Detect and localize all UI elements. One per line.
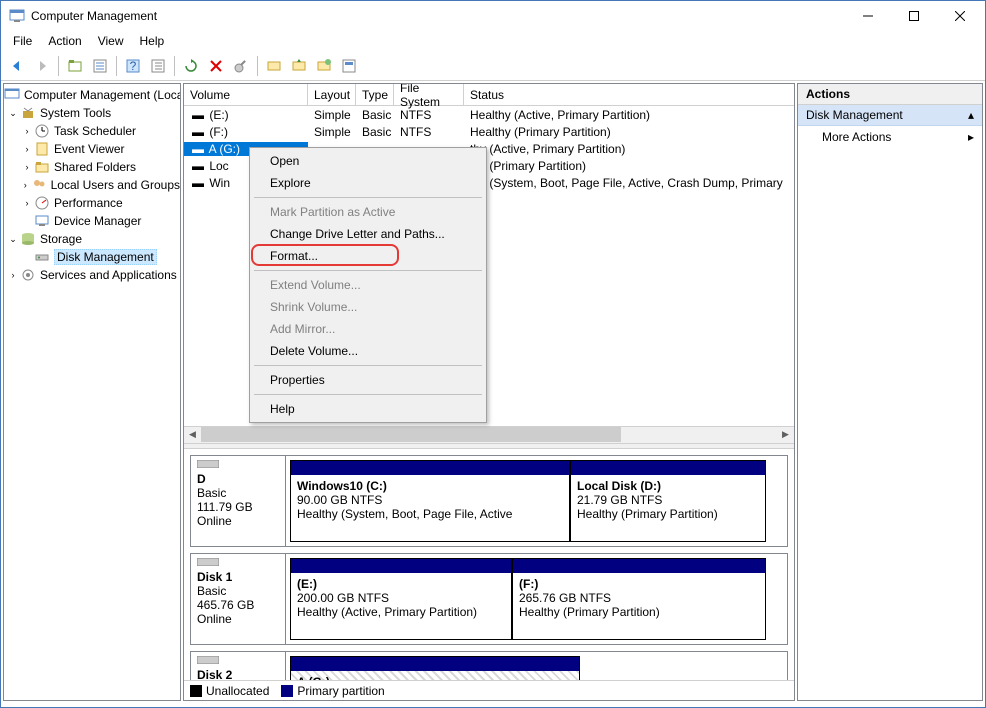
cm-properties[interactable]: Properties — [252, 369, 484, 391]
col-layout[interactable]: Layout — [308, 84, 356, 105]
tree-device-manager[interactable]: Device Manager — [4, 212, 180, 230]
tools-icon — [20, 105, 36, 121]
titlebar: Computer Management — [1, 1, 985, 31]
volume-scrollbar[interactable]: ◀ ▶ — [184, 426, 794, 443]
partition[interactable]: Windows10 (C:)90.00 GB NTFSHealthy (Syst… — [290, 460, 570, 542]
maximize-button[interactable] — [891, 1, 937, 31]
context-menu: Open Explore Mark Partition as Active Ch… — [249, 147, 487, 423]
expand-icon[interactable]: › — [20, 198, 34, 208]
disk-info[interactable]: Disk 1Basic465.76 GBOnline — [191, 554, 286, 644]
tree-panel: Computer Management (Local ⌄ System Tool… — [3, 83, 181, 701]
expand-icon[interactable]: › — [20, 144, 34, 154]
tree-system-tools[interactable]: ⌄ System Tools — [4, 104, 180, 122]
swatch-unallocated — [190, 685, 202, 697]
app-icon — [9, 8, 25, 24]
cm-change-letter[interactable]: Change Drive Letter and Paths... — [252, 223, 484, 245]
cm-extend[interactable]: Extend Volume... — [252, 274, 484, 296]
tree-services[interactable]: › Services and Applications — [4, 266, 180, 284]
action-more[interactable]: More Actions ▸ — [798, 126, 982, 148]
menubar: File Action View Help — [1, 31, 985, 51]
cm-format[interactable]: Format... — [252, 245, 484, 267]
computer-icon — [4, 87, 20, 103]
volume-row[interactable]: ▬ (E:)SimpleBasicNTFSHealthy (Active, Pr… — [184, 106, 794, 123]
cm-shrink[interactable]: Shrink Volume... — [252, 296, 484, 318]
col-fs[interactable]: File System — [394, 84, 464, 105]
users-icon — [31, 177, 47, 193]
minimize-button[interactable] — [845, 1, 891, 31]
tree-storage[interactable]: ⌄ Storage — [4, 230, 180, 248]
collapse-icon: ▴ — [968, 108, 974, 122]
refresh-button[interactable] — [179, 54, 203, 78]
svg-text:?: ? — [130, 59, 137, 73]
disk-icon — [34, 249, 50, 265]
expand-icon[interactable]: › — [20, 162, 34, 172]
partition[interactable]: (E:)200.00 GB NTFSHealthy (Active, Prima… — [290, 558, 512, 640]
clock-icon — [34, 123, 50, 139]
cm-open[interactable]: Open — [252, 150, 484, 172]
tree-event-viewer[interactable]: › Event Viewer — [4, 140, 180, 158]
back-button[interactable] — [5, 54, 29, 78]
collapse-icon[interactable]: ⌄ — [6, 108, 20, 119]
volume-row[interactable]: ▬ (F:)SimpleBasicNTFSHealthy (Primary Pa… — [184, 123, 794, 140]
partition[interactable]: (F:)265.76 GB NTFSHealthy (Primary Parti… — [512, 558, 766, 640]
toolbar: ? — [1, 51, 985, 81]
cm-delete[interactable]: Delete Volume... — [252, 340, 484, 362]
disk-row: Disk 2Removable3.66 GBOnlineA (G:)3.65 G… — [190, 651, 788, 681]
tool-c-button[interactable] — [312, 54, 336, 78]
tool-b-button[interactable] — [287, 54, 311, 78]
expand-icon[interactable]: › — [20, 180, 31, 190]
col-volume[interactable]: Volume — [184, 84, 308, 105]
menu-help[interactable]: Help — [132, 32, 173, 50]
actions-panel: Actions Disk Management ▴ More Actions ▸ — [797, 83, 983, 701]
up-button[interactable] — [63, 54, 87, 78]
device-icon — [34, 213, 50, 229]
col-status[interactable]: Status — [464, 84, 794, 105]
tree-task-scheduler[interactable]: › Task Scheduler — [4, 122, 180, 140]
expand-icon[interactable]: › — [20, 126, 34, 136]
tree-root[interactable]: Computer Management (Local — [4, 86, 180, 104]
chevron-right-icon: ▸ — [968, 130, 974, 144]
disk-row: Disk 1Basic465.76 GBOnline(E:)200.00 GB … — [190, 553, 788, 645]
partition[interactable]: A (G:)3.65 GB FAT32Healthy (Active, Prim… — [290, 656, 580, 681]
disk-area: DBasic111.79 GBOnlineWindows10 (C:)90.00… — [184, 449, 794, 681]
close-button[interactable] — [937, 1, 983, 31]
col-type[interactable]: Type — [356, 84, 394, 105]
partition[interactable]: Local Disk (D:)21.79 GB NTFSHealthy (Pri… — [570, 460, 766, 542]
legend: Unallocated Primary partition — [184, 680, 794, 700]
collapse-icon[interactable]: ⌄ — [6, 234, 20, 245]
tree-performance[interactable]: › Performance — [4, 194, 180, 212]
expand-icon[interactable]: › — [6, 270, 20, 280]
cm-explore[interactable]: Explore — [252, 172, 484, 194]
event-icon — [34, 141, 50, 157]
disk-info[interactable]: DBasic111.79 GBOnline — [191, 456, 286, 546]
help-button[interactable]: ? — [121, 54, 145, 78]
menu-view[interactable]: View — [90, 32, 132, 50]
storage-icon — [20, 231, 36, 247]
disk-row: DBasic111.79 GBOnlineWindows10 (C:)90.00… — [190, 455, 788, 547]
tree-shared-folders[interactable]: › Shared Folders — [4, 158, 180, 176]
menu-file[interactable]: File — [5, 32, 40, 50]
cm-mark-active[interactable]: Mark Partition as Active — [252, 201, 484, 223]
folder-icon — [34, 159, 50, 175]
cm-mirror[interactable]: Add Mirror... — [252, 318, 484, 340]
properties-button[interactable] — [88, 54, 112, 78]
performance-icon — [34, 195, 50, 211]
actions-header: Actions — [798, 84, 982, 105]
window-title: Computer Management — [31, 9, 845, 23]
disk-info[interactable]: Disk 2Removable3.66 GBOnline — [191, 652, 286, 681]
volume-header: Volume Layout Type File System Status — [184, 84, 794, 106]
delete-button[interactable] — [204, 54, 228, 78]
tree-disk-management[interactable]: Disk Management — [4, 248, 180, 266]
tree-local-users[interactable]: › Local Users and Groups — [4, 176, 180, 194]
swatch-primary — [281, 685, 293, 697]
services-icon — [20, 267, 36, 283]
actions-section[interactable]: Disk Management ▴ — [798, 105, 982, 126]
tool-a-button[interactable] — [262, 54, 286, 78]
cm-help[interactable]: Help — [252, 398, 484, 420]
settings-button[interactable] — [229, 54, 253, 78]
view-list-button[interactable] — [146, 54, 170, 78]
forward-button[interactable] — [30, 54, 54, 78]
tool-d-button[interactable] — [337, 54, 361, 78]
menu-action[interactable]: Action — [40, 32, 89, 50]
